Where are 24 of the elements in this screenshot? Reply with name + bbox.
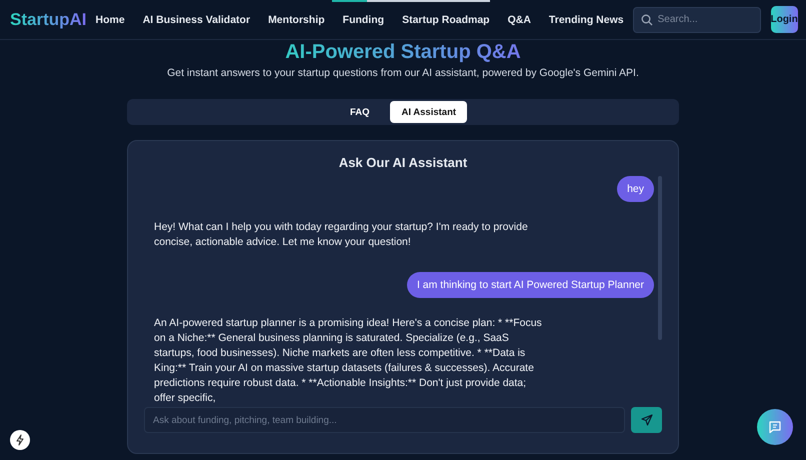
lightning-button[interactable] [10, 430, 30, 450]
nav-link[interactable]: Q&A [498, 14, 540, 26]
nav-link[interactable]: Mentorship [259, 14, 334, 26]
chat-title: Ask Our AI Assistant [338, 155, 468, 170]
nav-link[interactable]: AI Business Validator [134, 14, 260, 26]
nav-link[interactable]: Funding [334, 14, 394, 26]
user-message: hey [617, 176, 654, 202]
nav-link[interactable]: Trending News [540, 14, 633, 26]
tab[interactable]: FAQ [338, 101, 380, 123]
nav-link[interactable]: Home [86, 14, 134, 26]
page-subtitle: Get instant answers to your startup questions from our AI assistant, powered by Google's Gemini API. [166, 67, 640, 79]
assistant-message: An AI-powered startup planner is a promising idea! Here's a concise plan: * **Focus on a Niche:** General business planning is saturated. Specialize (e.g., SaaS startups, food businesses). Niche markets are often less competitive. * **Data is King:** Train your AI on massive startup datasets (failures & successes). Accurate predictions require robust data. * **Actionable Insights:** Don't just provide data; offer specific, [154, 316, 543, 406]
lightning-icon [14, 434, 26, 446]
send-icon [640, 414, 652, 426]
nav-link[interactable]: Startup Roadmap [393, 14, 499, 26]
chat-icon [768, 420, 782, 434]
send-button[interactable] [631, 407, 662, 433]
user-message: I am thinking to start AI Powered Startup Planner [406, 272, 654, 298]
search-field[interactable]: Search... [632, 6, 761, 32]
login-button[interactable]: Login [770, 6, 798, 33]
chat-button[interactable] [757, 409, 793, 445]
assistant-message: Hey! What can I help you with today regarding your startup? I'm ready to provide concise, actionable advice. Let me know your question! [154, 220, 529, 250]
message-input[interactable]: Ask about funding, pitching, team building... [144, 407, 625, 433]
tab[interactable]: AI Assistant [390, 101, 468, 123]
